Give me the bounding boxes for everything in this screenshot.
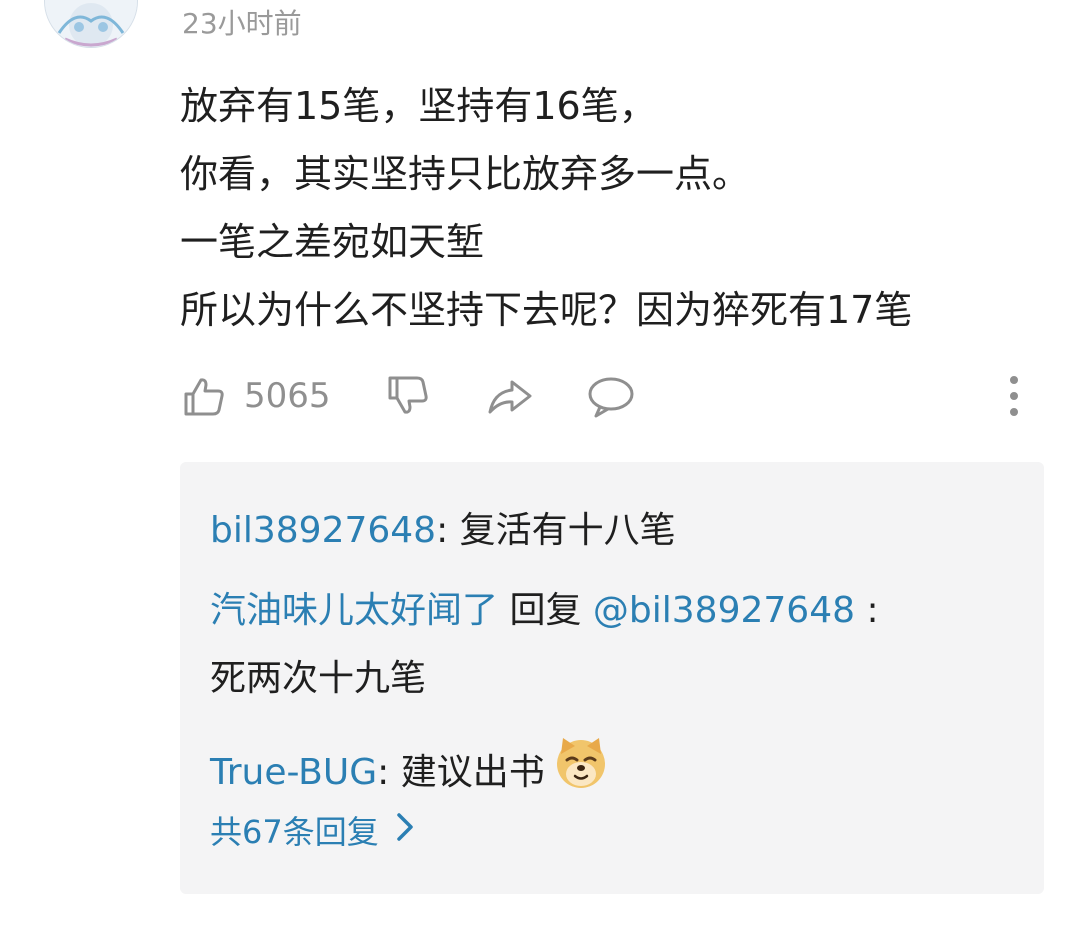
- share-icon: [486, 374, 534, 418]
- share-button[interactable]: [486, 372, 534, 420]
- view-all-replies-link[interactable]: 共67条回复: [210, 808, 415, 856]
- more-options-button[interactable]: [1002, 372, 1026, 420]
- comment-actions: 5065: [182, 372, 1042, 420]
- reply-button[interactable]: [586, 372, 636, 420]
- avatar-image: [45, 0, 137, 47]
- avatar[interactable]: [44, 0, 138, 48]
- replies-box: bil38927648: 复活有十八笔 汽油味儿太好闻了 回复 @bil3892…: [180, 462, 1044, 894]
- dislike-button[interactable]: [386, 372, 430, 420]
- more-vertical-icon: [1002, 374, 1026, 418]
- comment-line: 一笔之差宛如天堑: [180, 220, 485, 264]
- reply-item: True-BUG: 建议出书: [210, 738, 1010, 810]
- reply-item: 汽油味儿太好闻了 回复 @bil38927648 :: [210, 584, 1010, 638]
- view-all-replies-label: 共67条回复: [210, 813, 379, 851]
- chevron-right-icon: [395, 808, 415, 856]
- reply-text: 死两次十九笔: [210, 658, 427, 699]
- reply-item: bil38927648: 复活有十八笔: [210, 504, 1010, 558]
- reply-mention[interactable]: @bil38927648: [593, 590, 855, 631]
- reply-text: 复活有十八笔: [459, 510, 676, 551]
- like-count: 5065: [244, 376, 331, 416]
- comment-line: 所以为什么不坚持下去呢？因为猝死有17笔: [180, 288, 913, 332]
- like-button[interactable]: 5065: [182, 372, 331, 420]
- reply-username[interactable]: 汽油味儿太好闻了: [210, 590, 498, 631]
- reply-separator: :: [377, 752, 401, 793]
- reply-text-continued: 死两次十九笔: [210, 652, 1010, 706]
- reply-separator: :: [436, 510, 460, 551]
- reply-separator: :: [855, 590, 879, 631]
- comment-line: 放弃有15笔，坚持有16笔，: [180, 84, 657, 128]
- reply-text: 建议出书: [400, 752, 545, 793]
- comment-line: 你看，其实坚持只比放弃多一点。: [180, 152, 751, 196]
- comment-timestamp: 23小时前: [182, 7, 302, 40]
- thumbs-down-icon: [386, 374, 430, 418]
- reply-username[interactable]: True-BUG: [210, 752, 377, 793]
- doge-emoji-icon: [553, 734, 609, 806]
- reply-username[interactable]: bil38927648: [210, 510, 436, 551]
- thumbs-up-icon: [182, 374, 226, 418]
- reply-action-label: 回复: [498, 590, 593, 631]
- comment-body: 放弃有15笔，坚持有16笔， 你看，其实坚持只比放弃多一点。 一笔之差宛如天堑 …: [180, 72, 1060, 344]
- comment-bubble-icon: [586, 374, 636, 418]
